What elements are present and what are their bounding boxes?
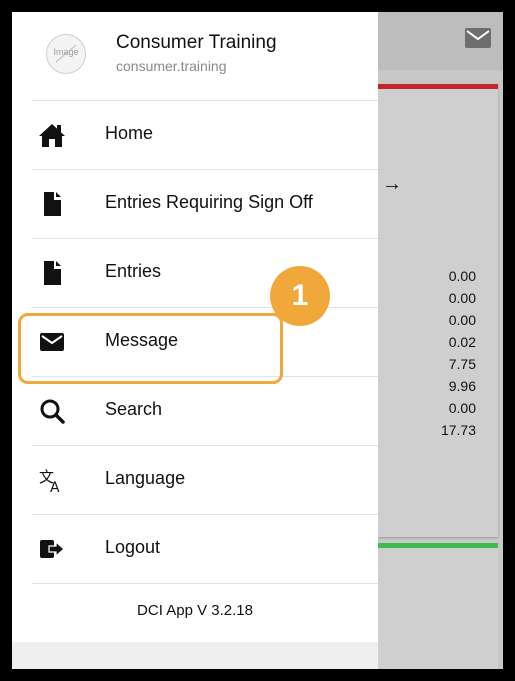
profile-header: Image Consumer Training consumer.trainin… [12, 12, 378, 100]
app-version: DCI App V 3.2.18 [137, 602, 253, 619]
value-row: 0.00 [448, 268, 476, 284]
background-card-2 [378, 543, 498, 669]
menu-item-search[interactable]: Search [12, 377, 378, 445]
step-badge: 1 [270, 266, 330, 326]
menu-item-home[interactable]: Home [12, 101, 378, 169]
divider [32, 583, 378, 584]
background-values: 0.00 0.00 0.00 0.02 7.75 9.96 0.00 17.73 [441, 265, 476, 441]
value-row: 0.02 [448, 334, 476, 350]
value-row: 9.96 [448, 378, 476, 394]
value-row: 0.00 [448, 290, 476, 306]
message-highlight-outline [18, 313, 283, 384]
menu-item-label: Logout [105, 537, 161, 557]
menu-item-label: Home [105, 123, 154, 143]
home-icon [39, 124, 65, 147]
translate-icon: 文 A [39, 468, 60, 494]
menu-item-label: Entries Requiring Sign Off [105, 192, 313, 212]
search-icon [40, 399, 65, 424]
avatar: Image [46, 34, 86, 74]
value-row: 17.73 [440, 422, 476, 438]
file-icon [44, 261, 61, 285]
menu-item-language[interactable]: 文 A Language [12, 446, 378, 514]
background-card: → 0.00 0.00 0.00 0.02 7.75 9.96 0.00 17.… [378, 84, 498, 537]
profile-username: consumer.training [116, 58, 227, 74]
value-row: 7.75 [448, 356, 476, 372]
logout-icon [40, 540, 65, 558]
mail-icon[interactable] [465, 28, 491, 48]
menu-item-label: Language [105, 468, 186, 488]
file-icon [44, 192, 61, 216]
value-row: 0.00 [448, 400, 476, 416]
drawer-footer [12, 642, 378, 669]
menu-item-label: Entries [105, 261, 162, 281]
profile-name: Consumer Training [116, 32, 277, 53]
menu-item-entries-requiring-sign-off[interactable]: Entries Requiring Sign Off [12, 170, 378, 238]
menu-item-label: Search [105, 399, 163, 419]
svg-text:A: A [50, 480, 60, 494]
arrow-icon: → [382, 173, 402, 195]
menu-item-logout[interactable]: Logout [12, 515, 378, 583]
app-screen: → 0.00 0.00 0.00 0.02 7.75 9.96 0.00 17.… [12, 12, 503, 669]
value-row: 0.00 [448, 312, 476, 328]
